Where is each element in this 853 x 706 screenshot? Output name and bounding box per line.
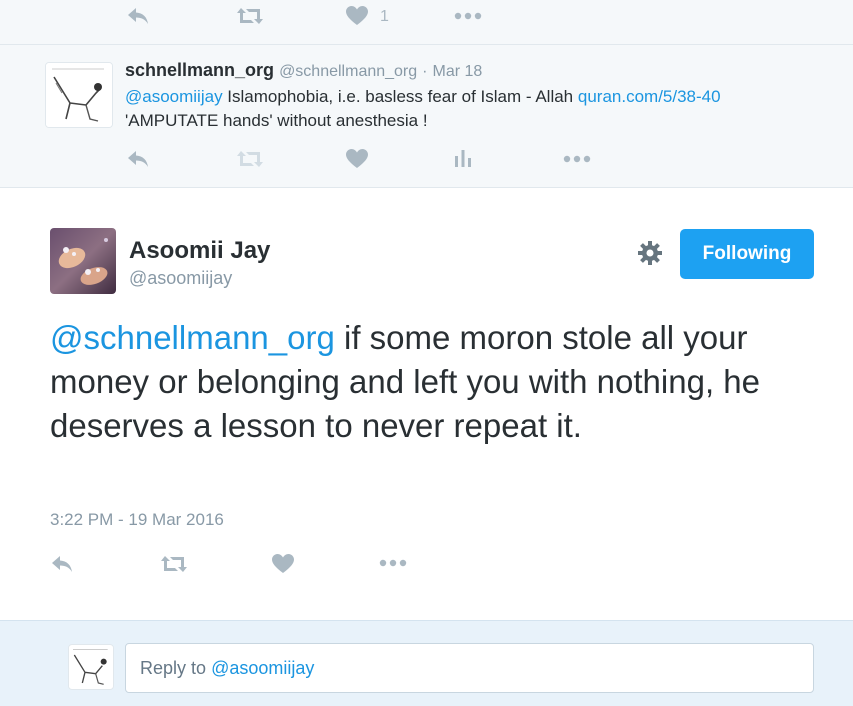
retweet-action-icon[interactable] bbox=[236, 149, 264, 169]
gear-icon[interactable] bbox=[637, 240, 663, 266]
reply-placeholder-mention: @asoomiijay bbox=[211, 657, 315, 678]
like-action-icon[interactable] bbox=[272, 554, 294, 574]
mention-link[interactable]: @schnellmann_org bbox=[50, 319, 335, 356]
context-tweet-header: schnellmann_org @schnellmann_org · Mar 1… bbox=[125, 60, 482, 81]
tweet-text: @schnellmann_org if some moron stole all… bbox=[50, 316, 810, 448]
like-action-icon[interactable] bbox=[346, 149, 368, 169]
context-tweet-text: @asoomiijay Islamophobia, i.e. basless f… bbox=[125, 85, 825, 133]
author-name[interactable]: Asoomii Jay bbox=[129, 237, 270, 265]
author-handle[interactable]: @schnellmann_org bbox=[279, 63, 417, 80]
separator: · bbox=[422, 63, 428, 80]
avatar[interactable] bbox=[50, 228, 116, 294]
reply-input[interactable]: Reply to @asoomiijay bbox=[125, 643, 814, 693]
retweet-action-icon[interactable] bbox=[236, 6, 264, 26]
url-link[interactable]: quran.com/5/38-40 bbox=[578, 87, 721, 106]
retweet-action-icon[interactable] bbox=[160, 554, 188, 574]
reply-action-icon[interactable] bbox=[126, 148, 150, 170]
author-handle[interactable]: @asoomiijay bbox=[129, 268, 232, 289]
reply-action-icon[interactable] bbox=[50, 553, 74, 575]
context-tweet[interactable]: schnellmann_org @schnellmann_org · Mar 1… bbox=[0, 45, 853, 188]
like-count: 1 bbox=[380, 8, 389, 25]
tweet-timestamp[interactable]: 3:22 PM - 19 Mar 2016 bbox=[50, 510, 224, 530]
tweet-text-part: 'AMPUTATE hands' without anesthesia ! bbox=[125, 111, 428, 130]
avatar bbox=[68, 644, 114, 690]
tweet-date[interactable]: Mar 18 bbox=[433, 63, 483, 80]
like-action-icon[interactable] bbox=[346, 6, 368, 26]
reply-placeholder-prefix: Reply to bbox=[140, 657, 207, 678]
more-options-icon[interactable] bbox=[379, 559, 407, 567]
tweet-text-part: Islamophobia, i.e. basless fear of Islam… bbox=[222, 87, 578, 106]
analytics-icon[interactable] bbox=[454, 148, 472, 168]
permalink-tweet: Asoomii Jay @asoomiijay Following @schne… bbox=[0, 188, 853, 620]
following-button[interactable]: Following bbox=[680, 229, 814, 279]
reply-action-icon[interactable] bbox=[126, 5, 150, 27]
more-options-icon[interactable] bbox=[563, 155, 591, 163]
mention-link[interactable]: @asoomiijay bbox=[125, 87, 223, 106]
previous-tweet-action-bar: 1 bbox=[0, 0, 853, 45]
author-name[interactable]: schnellmann_org bbox=[125, 60, 274, 80]
reply-footer: Reply to @asoomiijay bbox=[0, 620, 853, 706]
avatar[interactable] bbox=[45, 62, 113, 128]
more-options-icon[interactable] bbox=[454, 12, 482, 20]
